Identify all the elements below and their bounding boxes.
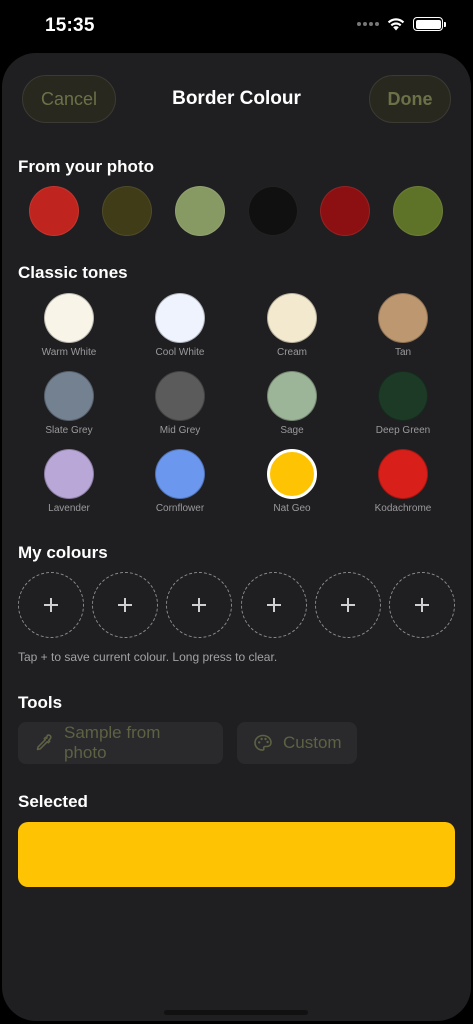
add-colour-slot[interactable] bbox=[166, 572, 232, 638]
plus-icon bbox=[44, 598, 58, 612]
border-colour-sheet: Cancel Border Colour Done From your phot… bbox=[2, 53, 471, 1021]
home-indicator bbox=[164, 1010, 308, 1015]
tone-swatch bbox=[44, 449, 94, 499]
tone-label: Mid Grey bbox=[159, 425, 201, 436]
tone-swatch bbox=[378, 449, 428, 499]
add-colour-slot[interactable] bbox=[18, 572, 84, 638]
selected-colour-preview bbox=[18, 822, 455, 887]
sample-button-label: Sample from photo bbox=[64, 723, 161, 762]
tone-swatch bbox=[267, 293, 317, 343]
cellular-signal-icon bbox=[357, 22, 379, 26]
plus-icon bbox=[415, 598, 429, 612]
tone-label: Nat Geo bbox=[273, 503, 311, 514]
plus-icon bbox=[267, 598, 281, 612]
status-time: 15:35 bbox=[45, 15, 95, 36]
tone-label: Deep Green bbox=[375, 425, 431, 436]
tone-swatch bbox=[378, 371, 428, 421]
tone-lavender[interactable]: Lavender bbox=[19, 449, 119, 517]
add-colour-slot[interactable] bbox=[92, 572, 158, 638]
tone-label: Cream bbox=[276, 347, 307, 358]
tone-swatch bbox=[267, 449, 317, 499]
status-icons bbox=[357, 17, 446, 31]
photo-swatch[interactable] bbox=[393, 186, 443, 236]
tone-swatch bbox=[155, 449, 205, 499]
tools-title: Tools bbox=[18, 693, 63, 712]
photo-swatch[interactable] bbox=[29, 186, 79, 236]
photo-section-title: From your photo bbox=[18, 157, 154, 176]
my-colours-hint: Tap + to save current colour. Long press… bbox=[18, 650, 278, 664]
tone-cream[interactable]: Cream bbox=[242, 293, 342, 361]
eyedropper-icon bbox=[36, 734, 52, 751]
tone-kodachrome[interactable]: Kodachrome bbox=[353, 449, 453, 517]
plus-icon bbox=[192, 598, 206, 612]
tone-mid-grey[interactable]: Mid Grey bbox=[130, 371, 230, 439]
tone-swatch bbox=[44, 371, 94, 421]
tone-label: Tan bbox=[394, 347, 412, 358]
status-bar: 15:35 bbox=[0, 0, 473, 54]
photo-swatch[interactable] bbox=[175, 186, 225, 236]
tone-swatch bbox=[155, 371, 205, 421]
tone-slate-grey[interactable]: Slate Grey bbox=[19, 371, 119, 439]
tone-cornflower[interactable]: Cornflower bbox=[130, 449, 230, 517]
photo-swatch[interactable] bbox=[248, 186, 298, 236]
tone-swatch bbox=[378, 293, 428, 343]
photo-swatch[interactable] bbox=[320, 186, 370, 236]
tone-swatch bbox=[155, 293, 205, 343]
battery-icon bbox=[413, 17, 446, 31]
wifi-icon bbox=[387, 18, 405, 31]
palette-icon bbox=[254, 734, 272, 751]
tone-warm-white[interactable]: Warm White bbox=[19, 293, 119, 361]
custom-button-label: Custom bbox=[283, 733, 342, 752]
selected-title: Selected bbox=[18, 792, 88, 811]
custom-colour-button[interactable]: Custom bbox=[237, 722, 357, 764]
tone-deep-green[interactable]: Deep Green bbox=[353, 371, 453, 439]
tone-cool-white[interactable]: Cool White bbox=[130, 293, 230, 361]
tone-label: Kodachrome bbox=[374, 503, 432, 514]
tone-label: Cornflower bbox=[155, 503, 205, 514]
sheet-header: Cancel Border Colour Done bbox=[2, 75, 471, 123]
classic-section-title: Classic tones bbox=[18, 263, 128, 282]
add-colour-slot[interactable] bbox=[241, 572, 307, 638]
sample-from-photo-button[interactable]: Sample from photo bbox=[18, 722, 223, 764]
tone-label: Warm White bbox=[41, 347, 97, 358]
add-colour-slot[interactable] bbox=[315, 572, 381, 638]
tone-swatch bbox=[44, 293, 94, 343]
add-colour-slot[interactable] bbox=[389, 572, 455, 638]
done-button[interactable]: Done bbox=[369, 75, 451, 123]
tone-tan[interactable]: Tan bbox=[353, 293, 453, 361]
tone-label: Cool White bbox=[155, 347, 205, 358]
plus-icon bbox=[118, 598, 132, 612]
tone-swatch bbox=[267, 371, 317, 421]
plus-icon bbox=[341, 598, 355, 612]
tone-label: Sage bbox=[280, 425, 304, 436]
tone-nat-geo[interactable]: Nat Geo bbox=[242, 449, 342, 517]
my-colours-title: My colours bbox=[18, 543, 108, 562]
tone-label: Lavender bbox=[48, 503, 90, 514]
tone-sage[interactable]: Sage bbox=[242, 371, 342, 439]
tone-label: Slate Grey bbox=[45, 425, 93, 436]
photo-swatch[interactable] bbox=[102, 186, 152, 236]
